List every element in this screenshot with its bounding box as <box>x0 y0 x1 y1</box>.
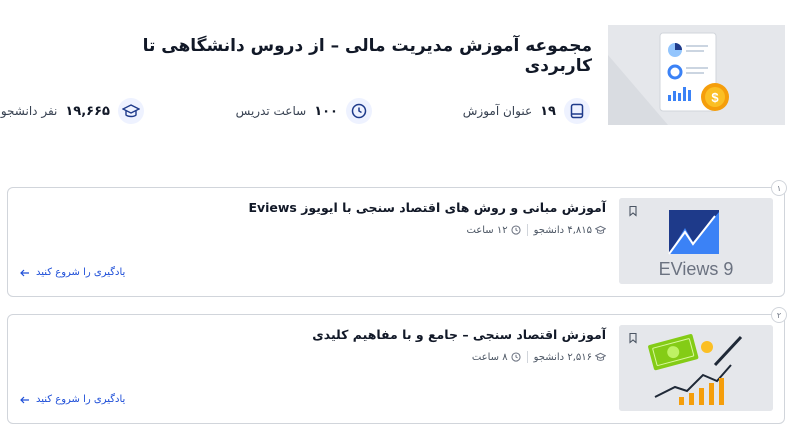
arrow-left-icon <box>20 269 29 276</box>
course-meta: ۲,۵۱۶ دانشجو ۸ ساعت <box>472 351 606 363</box>
course-card[interactable]: ۲ آموزش اقتصاد سنجی – جامع و با مفاهیم ک… <box>7 307 787 424</box>
thumbnail-text: EViews 9 <box>659 259 734 279</box>
graduation-cap-icon <box>595 352 606 361</box>
start-learning-label: یادگیری را شروع کنید <box>36 394 126 405</box>
collection-thumbnail: $ <box>608 25 785 125</box>
students-label: نفر دانشجو <box>0 104 58 118</box>
course-index: ۱ <box>771 180 787 196</box>
stat-students: ۱۹,۶۶۵ نفر دانشجو <box>1 98 144 124</box>
course-title[interactable]: آموزش اقتصاد سنجی – جامع و با مفاهیم کلی… <box>86 327 606 342</box>
course-thumbnail[interactable] <box>619 325 773 411</box>
divider <box>526 351 528 363</box>
arrow-left-icon <box>20 396 29 403</box>
bookmark-icon[interactable] <box>627 332 639 344</box>
lessons-count: ۱۹ <box>540 103 556 119</box>
start-learning-label: یادگیری را شروع کنید <box>36 267 126 278</box>
graduation-cap-icon <box>118 98 144 124</box>
bookmark-icon[interactable] <box>627 205 639 217</box>
clock-icon <box>346 98 372 124</box>
book-icon <box>564 98 590 124</box>
course-students: ۲,۵۱۶ دانشجو <box>533 351 592 363</box>
course-card[interactable]: ۱ EViews 9 آموزش مبانی و روش های اقتصاد … <box>7 180 787 297</box>
course-index: ۲ <box>771 307 787 323</box>
start-learning-link[interactable]: یادگیری را شروع کنید <box>20 267 125 278</box>
start-learning-link[interactable]: یادگیری را شروع کنید <box>20 394 125 405</box>
students-count: ۱۹,۶۶۵ <box>65 103 110 119</box>
svg-text:$: $ <box>711 90 719 105</box>
course-students: ۴,۸۱۵ دانشجو <box>533 224 592 236</box>
course-hours: ۸ ساعت <box>471 351 508 363</box>
clock-icon <box>511 352 521 362</box>
graduation-cap-icon <box>595 225 606 234</box>
course-thumbnail[interactable]: EViews 9 <box>619 198 773 284</box>
page-title: مجموعه آموزش مدیریت مالی – از دروس دانشگ… <box>142 36 592 76</box>
course-hours: ۱۲ ساعت <box>466 224 508 236</box>
stat-hours: ۱۰۰ ساعت تدریس <box>236 98 372 124</box>
lessons-label: عنوان آموزش <box>462 104 533 118</box>
hours-count: ۱۰۰ <box>314 103 338 119</box>
course-title[interactable]: آموزش مبانی و روش های اقتصاد سنجی با ایو… <box>86 200 606 215</box>
divider <box>526 224 528 236</box>
course-meta: ۴,۸۱۵ دانشجو ۱۲ ساعت <box>466 224 606 236</box>
stat-lessons: ۱۹ عنوان آموزش <box>463 98 590 124</box>
hours-label: ساعت تدریس <box>235 104 307 118</box>
clock-icon <box>511 225 521 235</box>
